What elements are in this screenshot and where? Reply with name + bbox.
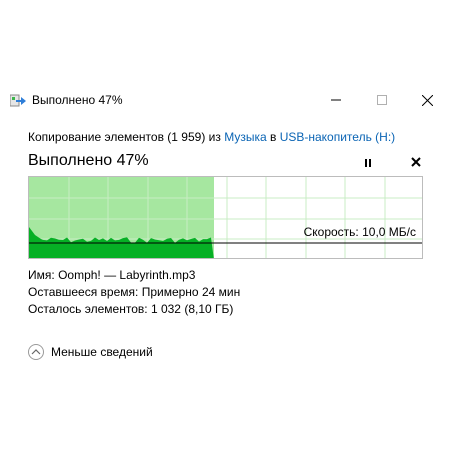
copy-description: Копирование элементов (1 959) из Музыка … [28,130,428,144]
progress-heading: Выполнено 47% [28,152,149,169]
detail-name-value: Oomph! — Labyrinth.mp3 [58,268,196,282]
minimize-icon [331,99,341,101]
detail-time-label: Оставшееся время: [28,285,139,299]
detail-items-row: Осталось элементов: 1 032 (8,10 ГБ) [28,301,240,318]
copy-dialog: Выполнено 47% Копирование элементов (1 9… [0,80,452,380]
transfer-speed-graph: Скорость: 10,0 МБ/с [28,176,423,259]
destination-link[interactable]: USB-накопитель (H:) [280,130,395,144]
copy-middle: в [266,130,280,144]
detail-items-label: Осталось элементов: [28,302,148,316]
window-title: Выполнено 47% [32,93,123,107]
close-window-button[interactable] [404,86,450,114]
dialog-content: Копирование элементов (1 959) из Музыка … [28,130,428,178]
copy-prefix: Копирование элементов (1 959) из [28,130,225,144]
less-details-button[interactable]: Меньше сведений [28,342,153,362]
detail-name-row: Имя: Oomph! — Labyrinth.mp3 [28,267,240,284]
detail-name-label: Имя: [28,268,55,282]
detail-time-value: Примерно 24 мин [141,285,241,299]
pause-icon [365,159,371,167]
title-bar: Выполнено 47% [0,80,452,120]
maximize-button[interactable] [359,86,405,114]
cancel-button[interactable] [408,153,424,171]
chevron-up-icon [28,344,44,360]
close-icon [421,94,433,106]
copy-arrow-icon [9,94,28,108]
source-link[interactable]: Музыка [224,130,266,144]
close-icon [411,157,421,167]
minimize-button[interactable] [313,86,359,114]
speed-label: Скорость: 10,0 МБ/с [303,225,416,239]
progress-header: Выполнено 47% [28,152,428,178]
pause-button[interactable] [360,155,376,171]
detail-items-value: 1 032 (8,10 ГБ) [150,302,234,316]
transfer-details: Имя: Oomph! — Labyrinth.mp3 Оставшееся в… [28,267,240,318]
maximize-icon [377,95,387,105]
detail-time-row: Оставшееся время: Примерно 24 мин [28,284,240,301]
less-details-label: Меньше сведений [51,345,153,359]
